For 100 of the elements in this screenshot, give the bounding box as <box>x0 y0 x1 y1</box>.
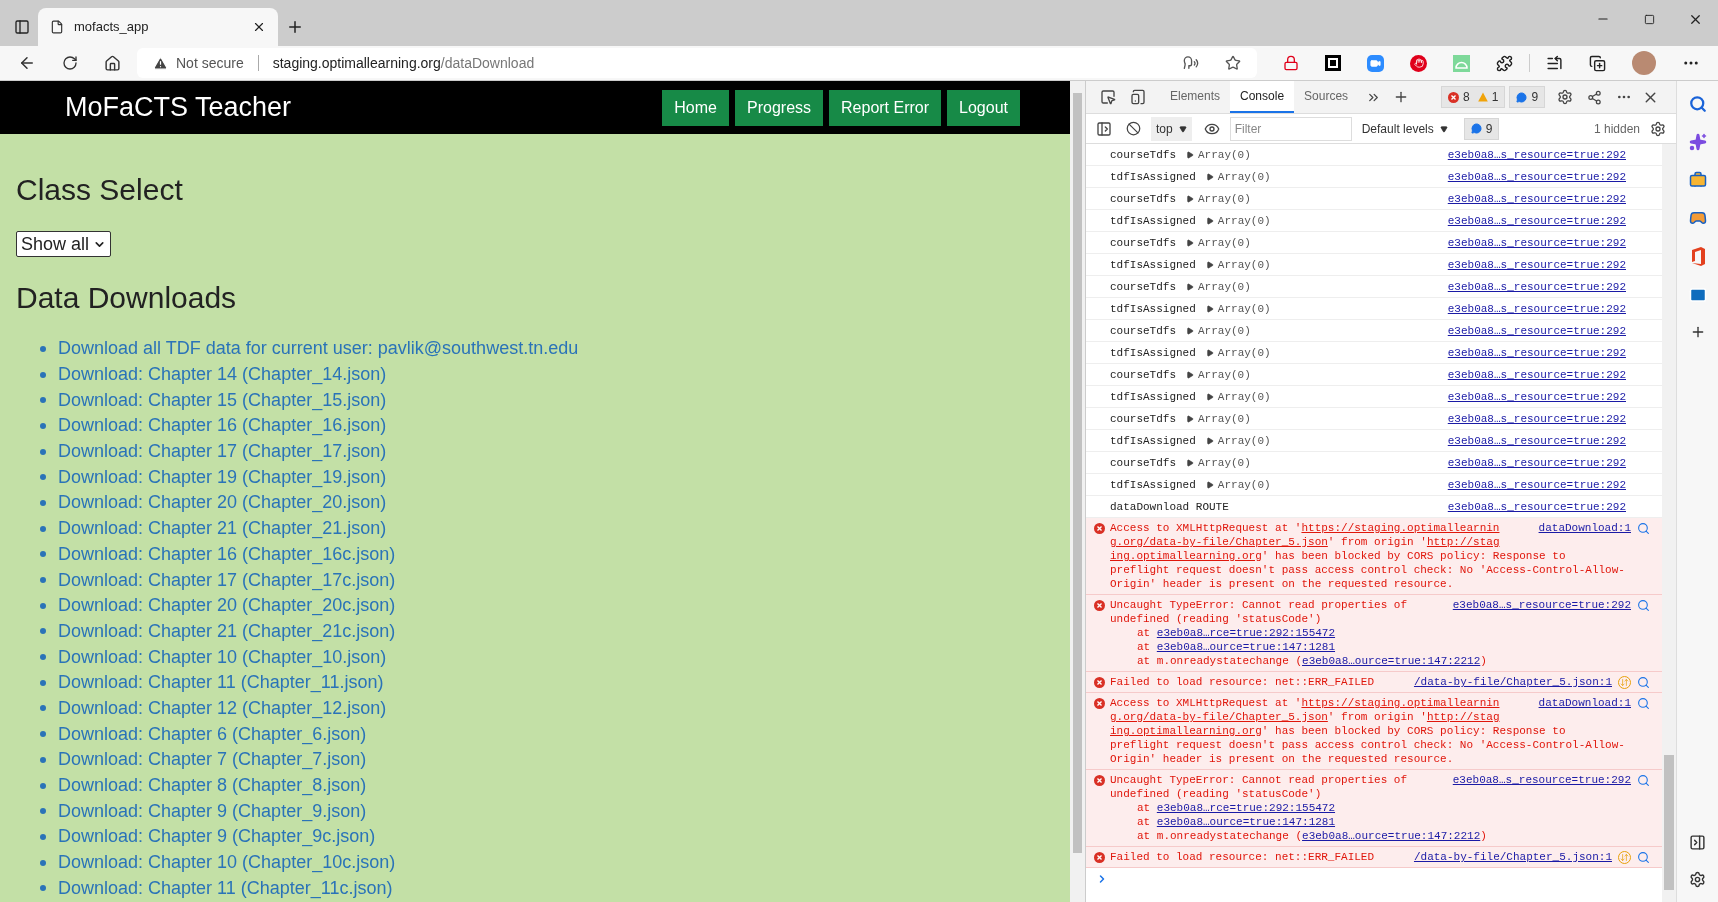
tab-actions-icon[interactable] <box>14 19 30 35</box>
devtools-tab[interactable]: Sources <box>1294 81 1359 113</box>
new-tab-icon[interactable] <box>286 18 304 36</box>
settings-icon[interactable] <box>1557 89 1574 105</box>
office-icon[interactable] <box>1689 247 1706 266</box>
settings-icon[interactable] <box>1689 871 1706 888</box>
maximize-icon[interactable] <box>1643 13 1655 25</box>
source-link[interactable]: e3eb0a8…s_resource=true:292 <box>1447 279 1626 294</box>
lock-icon[interactable] <box>1283 55 1299 71</box>
source-link[interactable]: e3eb0a8…s_resource=true:292 <box>1447 455 1626 470</box>
source-link[interactable]: e3eb0a8…s_resource=true:292 <box>1447 257 1626 272</box>
source-link[interactable]: ing.optimallearning.org <box>1110 550 1262 562</box>
download-link[interactable]: Download: Chapter 9 (Chapter_9c.json) <box>58 823 376 851</box>
source-link[interactable]: e3eb0a8…s_resource=true:292 <box>1447 323 1626 338</box>
download-link[interactable]: Download: Chapter 9 (Chapter_9.json) <box>58 797 367 825</box>
expand-triangle-icon[interactable] <box>1205 436 1214 445</box>
scrollbar[interactable] <box>1662 144 1676 902</box>
source-link[interactable]: e3eb0a8…s_resource=true:292 <box>1452 773 1631 787</box>
source-link[interactable]: g.org/data-by-file/Chapter_5.json <box>1110 711 1328 723</box>
levels-dropdown[interactable]: Default levels <box>1361 119 1448 138</box>
settings-icon[interactable] <box>1650 120 1666 137</box>
source-link[interactable]: e3eb0a8…s_resource=true:292 <box>1447 191 1626 206</box>
nav-button[interactable]: Logout <box>947 89 1020 126</box>
search-icon[interactable] <box>1637 773 1650 787</box>
device-icon[interactable] <box>1130 89 1146 105</box>
source-link[interactable]: e3eb0a8…s_resource=true:292 <box>1447 169 1626 184</box>
toolbox-icon[interactable] <box>1688 171 1707 189</box>
devtools-tab[interactable]: Console <box>1230 81 1295 113</box>
context-select[interactable]: top <box>1151 116 1192 141</box>
source-link[interactable]: e3eb0a8…s_resource=true:292 <box>1447 389 1626 404</box>
class-select[interactable]: Show all <box>16 231 112 257</box>
add-favorite-icon[interactable] <box>1225 55 1241 71</box>
nodes-icon[interactable] <box>1587 89 1603 105</box>
search-icon[interactable] <box>1637 696 1650 710</box>
close-icon[interactable] <box>252 20 266 34</box>
source-link[interactable]: http://stag <box>1426 536 1500 548</box>
search-icon[interactable] <box>1688 95 1707 113</box>
source-link[interactable]: e3eb0a8…ource=true:147:1281 <box>1156 640 1336 654</box>
expand-triangle-icon[interactable] <box>1205 348 1214 357</box>
expand-triangle-icon[interactable] <box>1186 458 1194 467</box>
expand-triangle-icon[interactable] <box>1186 282 1194 291</box>
home-icon[interactable] <box>104 54 121 72</box>
issues-badge[interactable]: 8 1 <box>1441 86 1506 108</box>
search-icon[interactable] <box>1637 598 1650 612</box>
source-link[interactable]: e3eb0a8…ource=true:147:2212 <box>1302 829 1481 843</box>
source-link[interactable]: ing.optimallearning.org <box>1110 725 1262 737</box>
expand-triangle-icon[interactable] <box>1205 304 1214 313</box>
search-icon[interactable] <box>1637 850 1650 864</box>
expand-triangle-icon[interactable] <box>1205 480 1214 489</box>
read-aloud-icon[interactable] <box>1183 55 1199 71</box>
download-link[interactable]: Download: Chapter 6 (Chapter_6.json) <box>58 720 367 748</box>
source-link[interactable]: e3eb0a8…s_resource=true:292 <box>1447 411 1626 426</box>
browser-tab[interactable]: mofacts_app <box>38 8 278 46</box>
messages-badge[interactable]: 9 <box>1509 86 1546 108</box>
source-link[interactable]: e3eb0a8…s_resource=true:292 <box>1447 235 1626 250</box>
source-link[interactable]: e3eb0a8…s_resource=true:292 <box>1447 213 1626 228</box>
source-link[interactable]: e3eb0a8…ource=true:147:1281 <box>1156 815 1336 829</box>
extensions-icon[interactable] <box>1496 54 1513 72</box>
source-link[interactable]: e3eb0a8…s_resource=true:292 <box>1447 147 1626 162</box>
source-link[interactable]: dataDownload:1 <box>1538 696 1631 710</box>
clear-console-icon[interactable] <box>1126 121 1141 136</box>
sidebar-toggle-icon[interactable] <box>1096 120 1112 137</box>
video-camera-icon[interactable] <box>1367 54 1384 72</box>
expand-triangle-icon[interactable] <box>1186 194 1194 203</box>
source-link[interactable]: /data-by-file/Chapter_5.json:1 <box>1413 850 1612 864</box>
collections-icon[interactable] <box>1589 54 1606 72</box>
source-link[interactable]: e3eb0a8…s_resource=true:292 <box>1452 598 1631 612</box>
source-link[interactable]: e3eb0a8…s_resource=true:292 <box>1447 433 1626 448</box>
reload-icon[interactable] <box>62 55 78 71</box>
source-link[interactable]: /data-by-file/Chapter_5.json:1 <box>1413 675 1612 689</box>
filter-field[interactable]: Filter <box>1229 116 1352 141</box>
gamepad-icon[interactable] <box>1688 209 1707 227</box>
expand-triangle-icon[interactable] <box>1186 238 1194 247</box>
address-field[interactable]: Not secure staging.optimallearning.org/dataDownload <box>137 48 1257 78</box>
download-link[interactable]: Download: Chapter 8 (Chapter_8.json) <box>58 772 367 800</box>
back-icon[interactable] <box>18 54 36 72</box>
scrollbar[interactable] <box>1070 81 1085 902</box>
search-icon[interactable] <box>1637 521 1650 535</box>
source-link[interactable]: dataDownload:1 <box>1538 521 1631 535</box>
expand-triangle-icon[interactable] <box>1186 326 1194 335</box>
nav-button[interactable]: Report Error <box>829 89 942 126</box>
source-link[interactable]: e3eb0a8…ource=true:147:2212 <box>1302 654 1481 668</box>
expand-triangle-icon[interactable] <box>1205 392 1214 401</box>
expand-triangle-icon[interactable] <box>1205 260 1214 269</box>
hide-sidebar-icon[interactable] <box>1689 834 1706 851</box>
devtools-tab[interactable]: Elements <box>1160 81 1231 113</box>
search-icon[interactable] <box>1637 675 1650 689</box>
expand-triangle-icon[interactable] <box>1186 414 1194 423</box>
messages-badge[interactable]: 9 <box>1463 117 1500 140</box>
source-link[interactable]: e3eb0a8…s_resource=true:292 <box>1447 367 1626 382</box>
expand-triangle-icon[interactable] <box>1186 370 1194 379</box>
source-link[interactable]: e3eb0a8…s_resource=true:292 <box>1447 499 1626 514</box>
source-link[interactable]: e3eb0a8…s_resource=true:292 <box>1447 301 1626 316</box>
source-link[interactable]: e3eb0a8…rce=true:292:155472 <box>1156 801 1336 815</box>
inspect-icon[interactable] <box>1100 89 1116 105</box>
download-link[interactable]: Download: Chapter 20 (Chapter_20c.json) <box>58 592 396 620</box>
expand-triangle-icon[interactable] <box>1205 172 1214 181</box>
source-link[interactable]: g.org/data-by-file/Chapter_5.json <box>1110 536 1328 548</box>
source-link[interactable]: e3eb0a8…s_resource=true:292 <box>1447 345 1626 360</box>
source-link[interactable]: e3eb0a8…rce=true:292:155472 <box>1156 626 1336 640</box>
